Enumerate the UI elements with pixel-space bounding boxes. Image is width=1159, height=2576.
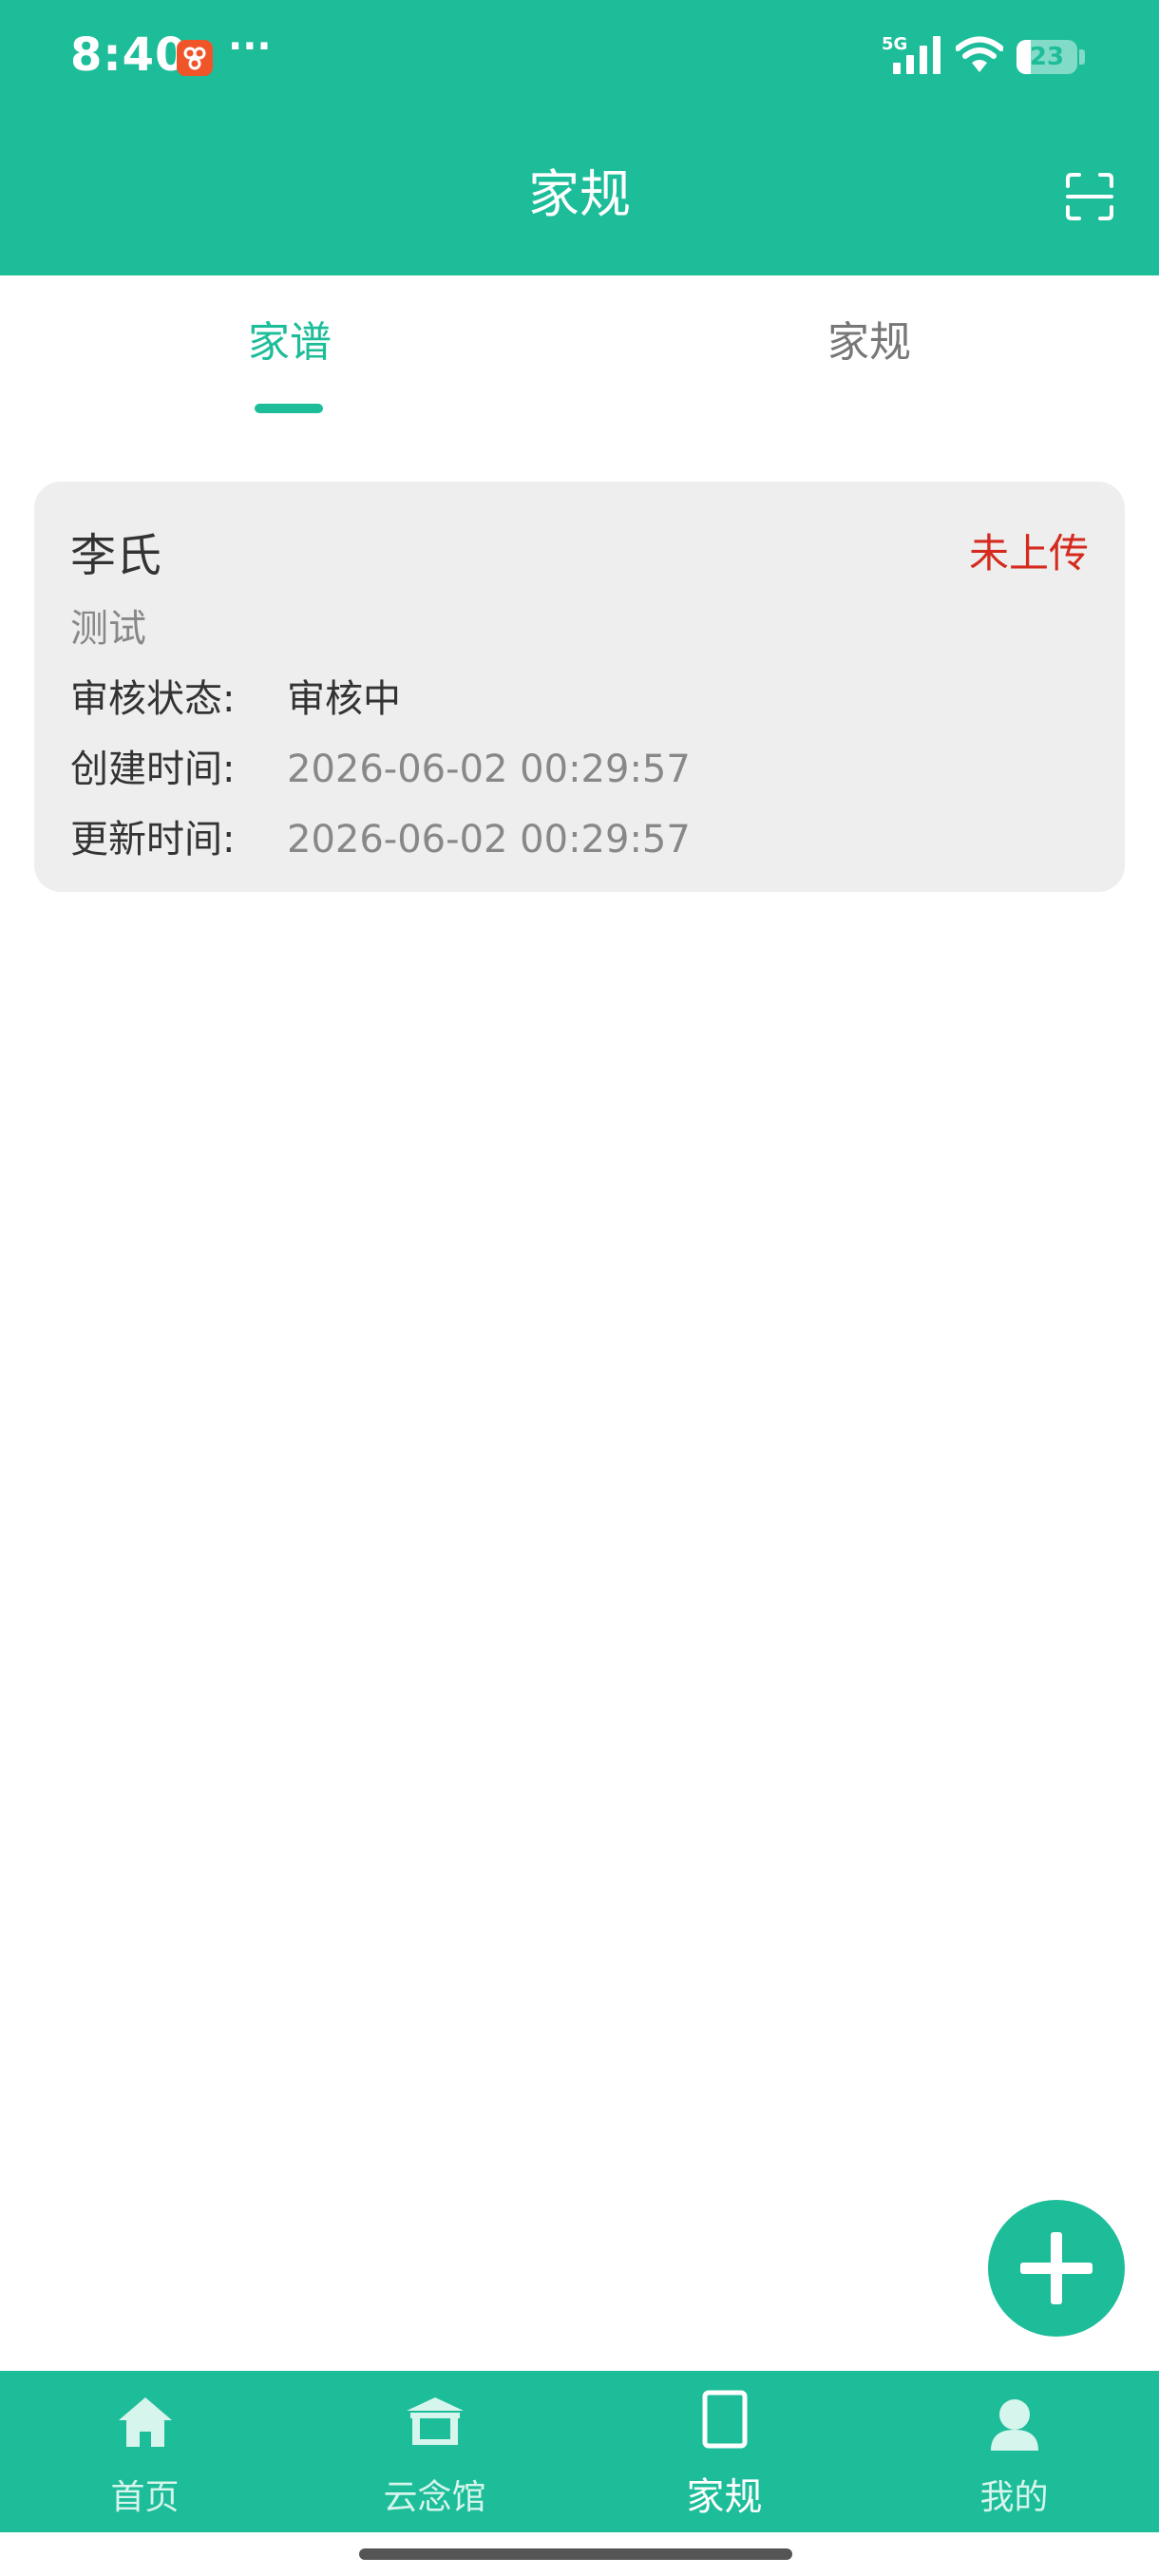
- status-time: 8:40: [70, 28, 188, 82]
- status-bar: 8:40 ··· 5G 23: [0, 0, 1159, 114]
- app-root: 8:40 ··· 5G 23 家规 家谱 家规 李氏 未上传 测试 审核状态: …: [0, 0, 1159, 2576]
- updated-time-value: 2026-06-02 00:29:57: [287, 818, 691, 862]
- bottom-nav-family-rules-label: 家规: [686, 2475, 763, 2519]
- tab-family-tree[interactable]: 家谱: [0, 275, 580, 418]
- battery-percent: 23: [1029, 43, 1065, 71]
- upload-status-badge: 未上传: [968, 530, 1089, 577]
- nav-bar: 家规: [0, 114, 1159, 275]
- home-indicator[interactable]: [359, 2548, 792, 2560]
- scan-icon[interactable]: [1064, 171, 1115, 222]
- review-status-label: 审核状态:: [70, 677, 236, 721]
- plus-icon: [1020, 2232, 1092, 2304]
- page-title: 家规: [528, 164, 631, 224]
- memorial-hall-icon: [406, 2397, 464, 2445]
- created-time-label: 创建时间:: [70, 748, 236, 791]
- bottom-nav-profile-label: 我的: [979, 2478, 1049, 2517]
- bottom-nav: 首页 云念馆 家规 我的: [0, 2371, 1159, 2532]
- created-time-value: 2026-06-02 00:29:57: [287, 748, 691, 791]
- network-type: 5G: [882, 34, 907, 54]
- wifi-icon: [956, 36, 1003, 72]
- bottom-nav-profile[interactable]: 我的: [869, 2371, 1159, 2532]
- card-subtitle: 测试: [70, 607, 146, 651]
- home-icon: [118, 2397, 172, 2447]
- book-icon: [702, 2390, 747, 2449]
- user-icon: [990, 2399, 1038, 2451]
- created-time-row: 创建时间: 2026-06-02 00:29:57: [70, 738, 691, 793]
- battery-icon: 23: [1016, 40, 1077, 74]
- bottom-nav-home[interactable]: 首页: [0, 2371, 290, 2532]
- tab-bar: 家谱 家规: [0, 275, 1159, 418]
- bottom-nav-home-label: 首页: [110, 2478, 180, 2517]
- bottom-nav-memorial-hall-label: 云念馆: [383, 2478, 486, 2517]
- battery-cap: [1079, 49, 1085, 65]
- add-button[interactable]: [988, 2200, 1125, 2337]
- bottom-nav-family-rules[interactable]: 家规: [580, 2371, 869, 2532]
- family-tree-card[interactable]: 李氏 未上传 测试 审核状态: 审核中 创建时间: 2026-06-02 00:29…: [34, 482, 1125, 892]
- review-status-row: 审核状态: 审核中: [70, 668, 401, 723]
- app-notification-icon: [177, 40, 213, 76]
- more-notifications-icon: ···: [228, 25, 272, 68]
- card-title: 李氏: [70, 529, 162, 582]
- review-status-value: 审核中: [287, 677, 401, 721]
- updated-time-row: 更新时间: 2026-06-02 00:29:57: [70, 808, 691, 863]
- active-tab-indicator: [255, 404, 323, 413]
- tab-family-rules[interactable]: 家规: [580, 275, 1159, 418]
- bottom-nav-memorial-hall[interactable]: 云念馆: [290, 2371, 580, 2532]
- cellular-signal-icon: 5G: [882, 34, 940, 74]
- updated-time-label: 更新时间:: [70, 818, 236, 862]
